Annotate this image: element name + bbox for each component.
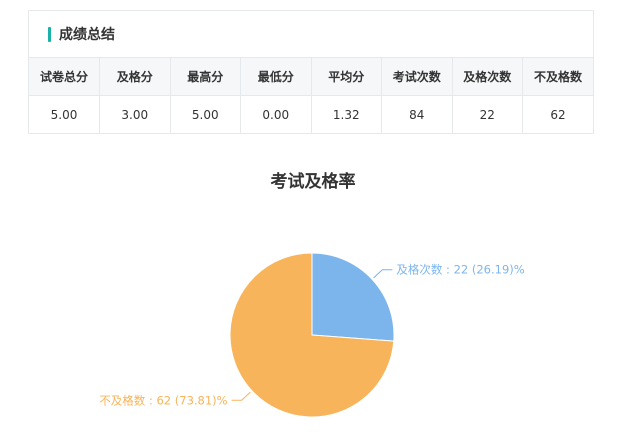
pie-label-connector — [373, 269, 393, 279]
pass-rate-pie-chart: 及格次数 : 22 (26.19)% 不及格数 : 62 (73.81)% — [99, 252, 525, 418]
pie-slice-pass[interactable] — [311, 252, 395, 342]
pie-data-label: 及格次数 : 22 (26.19)% — [396, 263, 524, 277]
pie-label-connector — [231, 391, 251, 401]
pie-data-label: 不及格数 : 62 (73.81)% — [99, 393, 227, 407]
